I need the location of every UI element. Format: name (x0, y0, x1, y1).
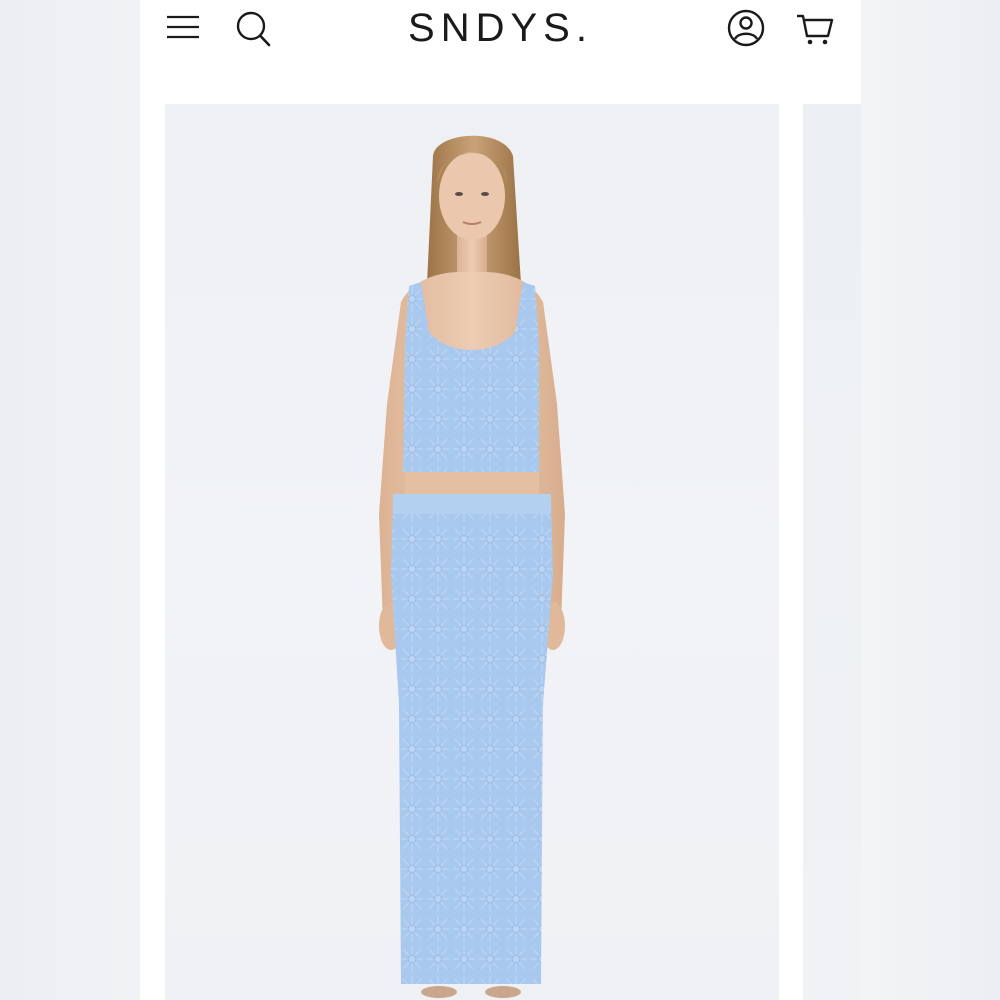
background-left-blur (0, 0, 140, 1000)
product-image-next[interactable] (803, 104, 861, 1000)
hamburger-menu-icon[interactable] (166, 12, 200, 42)
search-icon[interactable] (234, 8, 272, 48)
background-right-blur (861, 0, 1000, 1000)
product-image-carousel[interactable] (140, 104, 861, 1000)
mobile-screen: SNDYS. (140, 0, 861, 1000)
cart-icon[interactable] (795, 10, 835, 48)
product-photo-model (379, 135, 565, 998)
account-icon[interactable] (726, 8, 766, 48)
brand-logo[interactable]: SNDYS. (340, 4, 661, 52)
product-image-main[interactable] (165, 104, 779, 1000)
site-header: SNDYS. (140, 0, 861, 58)
